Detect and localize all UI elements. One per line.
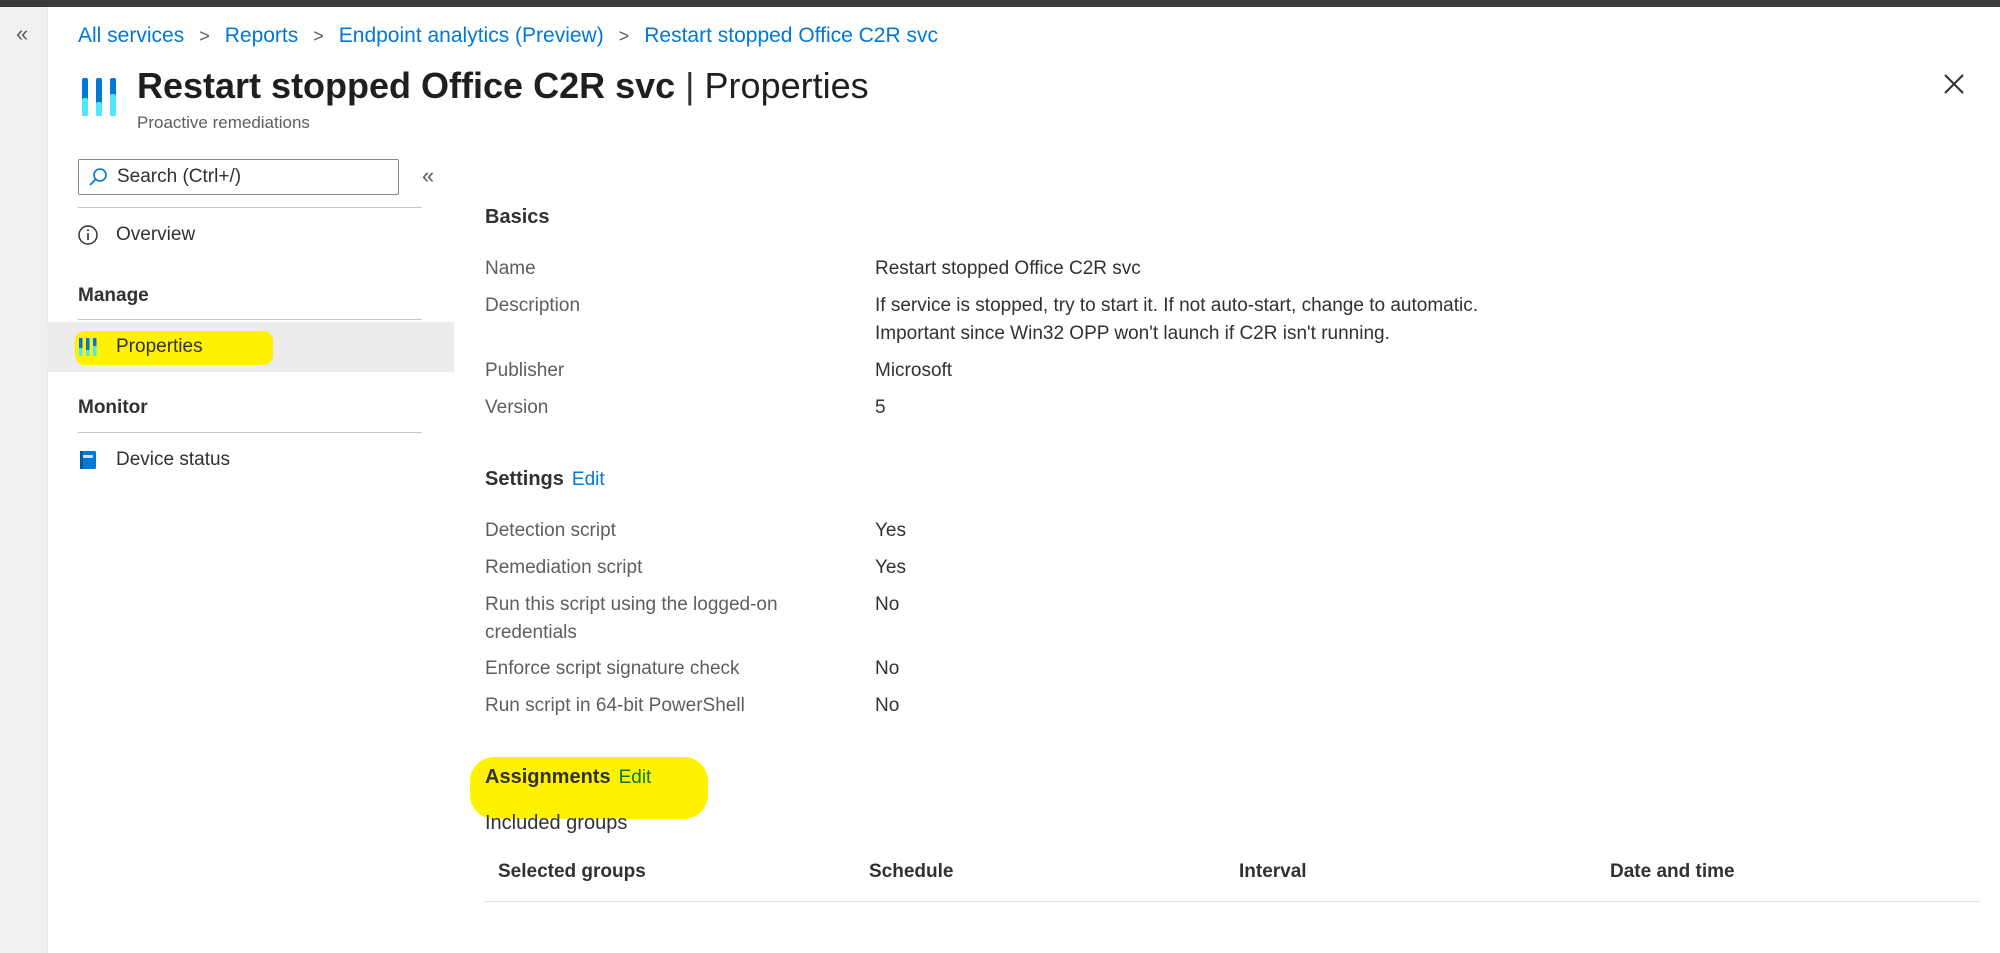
breadcrumb-endpoint-analytics[interactable]: Endpoint analytics (Preview) <box>339 24 604 48</box>
assignments-heading: Assignments Edit <box>485 766 651 789</box>
property-value: 5 <box>875 397 886 418</box>
chevron-right-icon: > <box>199 25 210 46</box>
basics-heading: Basics <box>485 206 550 228</box>
property-label: Version <box>485 397 549 418</box>
assignments-edit-link[interactable]: Edit <box>619 767 652 788</box>
property-label: Name <box>485 258 536 279</box>
breadcrumb: All services > Reports > Endpoint analyt… <box>78 24 938 48</box>
property-label-line-1: Run this script using the logged-on <box>485 594 778 615</box>
breadcrumb-current-item[interactable]: Restart stopped Office C2R svc <box>644 24 938 48</box>
page-title: Restart stopped Office C2R svc | Propert… <box>137 63 869 109</box>
property-value: Restart stopped Office C2R svc <box>875 258 1141 279</box>
property-value: No <box>875 695 900 716</box>
property-value: No <box>875 658 900 679</box>
collapse-menu-icon[interactable]: « <box>16 23 28 45</box>
settings-edit-link[interactable]: Edit <box>572 469 605 490</box>
property-label: Run script in 64-bit PowerShell <box>485 695 745 716</box>
chevron-right-icon: > <box>313 25 324 46</box>
properties-icon <box>82 78 116 116</box>
column-header-schedule[interactable]: Schedule <box>869 861 953 883</box>
included-groups-label: Included groups <box>485 812 628 834</box>
property-value: If service is stopped, try to start it. … <box>875 292 1595 348</box>
column-header-date-and-time[interactable]: Date and time <box>1610 861 1735 883</box>
sidebar-section-manage: Manage <box>78 285 149 306</box>
search-input[interactable] <box>115 165 389 189</box>
breadcrumb-all-services[interactable]: All services <box>78 24 184 48</box>
property-label: Run this script using the logged-on cred… <box>485 591 815 647</box>
sidebar-divider <box>78 207 422 208</box>
page-title-separator: | <box>685 65 695 106</box>
search-icon <box>89 168 107 186</box>
collapse-sidebar-icon[interactable]: « <box>422 163 434 189</box>
search-field[interactable] <box>78 159 399 195</box>
property-label: Publisher <box>485 360 565 381</box>
column-header-selected-groups[interactable]: Selected groups <box>498 861 646 883</box>
settings-title: Settings <box>485 468 564 490</box>
property-label-line-2: credentials <box>485 622 577 643</box>
page-title-main: Restart stopped Office C2R svc <box>137 65 676 106</box>
property-value: Yes <box>875 520 906 541</box>
property-value: Microsoft <box>875 360 953 381</box>
description-line-1: If service is stopped, try to start it. … <box>875 295 1478 316</box>
sidebar-item-device-status[interactable]: Device status <box>47 435 454 485</box>
page-subtitle: Proactive remediations <box>137 113 310 132</box>
sidebar-item-overview[interactable]: Overview <box>47 210 454 260</box>
sidebar-item-label: Overview <box>116 224 196 245</box>
device-status-icon <box>80 451 96 469</box>
table-divider <box>485 901 1980 902</box>
info-icon <box>78 225 98 245</box>
assignments-title: Assignments <box>485 766 611 788</box>
property-label: Description <box>485 295 581 316</box>
page-title-suffix: Properties <box>704 65 869 106</box>
property-label: Remediation script <box>485 557 643 578</box>
sidebar-divider <box>78 432 422 433</box>
property-value: Yes <box>875 557 906 578</box>
property-value: No <box>875 594 900 615</box>
portal-left-rail: « <box>0 7 48 953</box>
sidebar-item-label: Device status <box>116 449 231 470</box>
sidebar-section-monitor: Monitor <box>78 397 148 418</box>
top-bar <box>0 0 2000 7</box>
settings-heading: Settings Edit <box>485 468 605 491</box>
description-line-2: Important since Win32 OPP won't launch i… <box>875 323 1390 344</box>
sidebar-divider <box>78 319 422 320</box>
property-label: Detection script <box>485 520 616 541</box>
sidebar-item-label: Properties <box>116 336 203 357</box>
property-label: Enforce script signature check <box>485 658 740 679</box>
breadcrumb-reports[interactable]: Reports <box>225 24 299 48</box>
properties-icon <box>79 338 97 356</box>
close-icon[interactable] <box>1940 70 1968 98</box>
sidebar-item-properties[interactable]: Properties <box>47 322 454 372</box>
column-header-interval[interactable]: Interval <box>1239 861 1307 883</box>
chevron-right-icon: > <box>618 25 630 46</box>
